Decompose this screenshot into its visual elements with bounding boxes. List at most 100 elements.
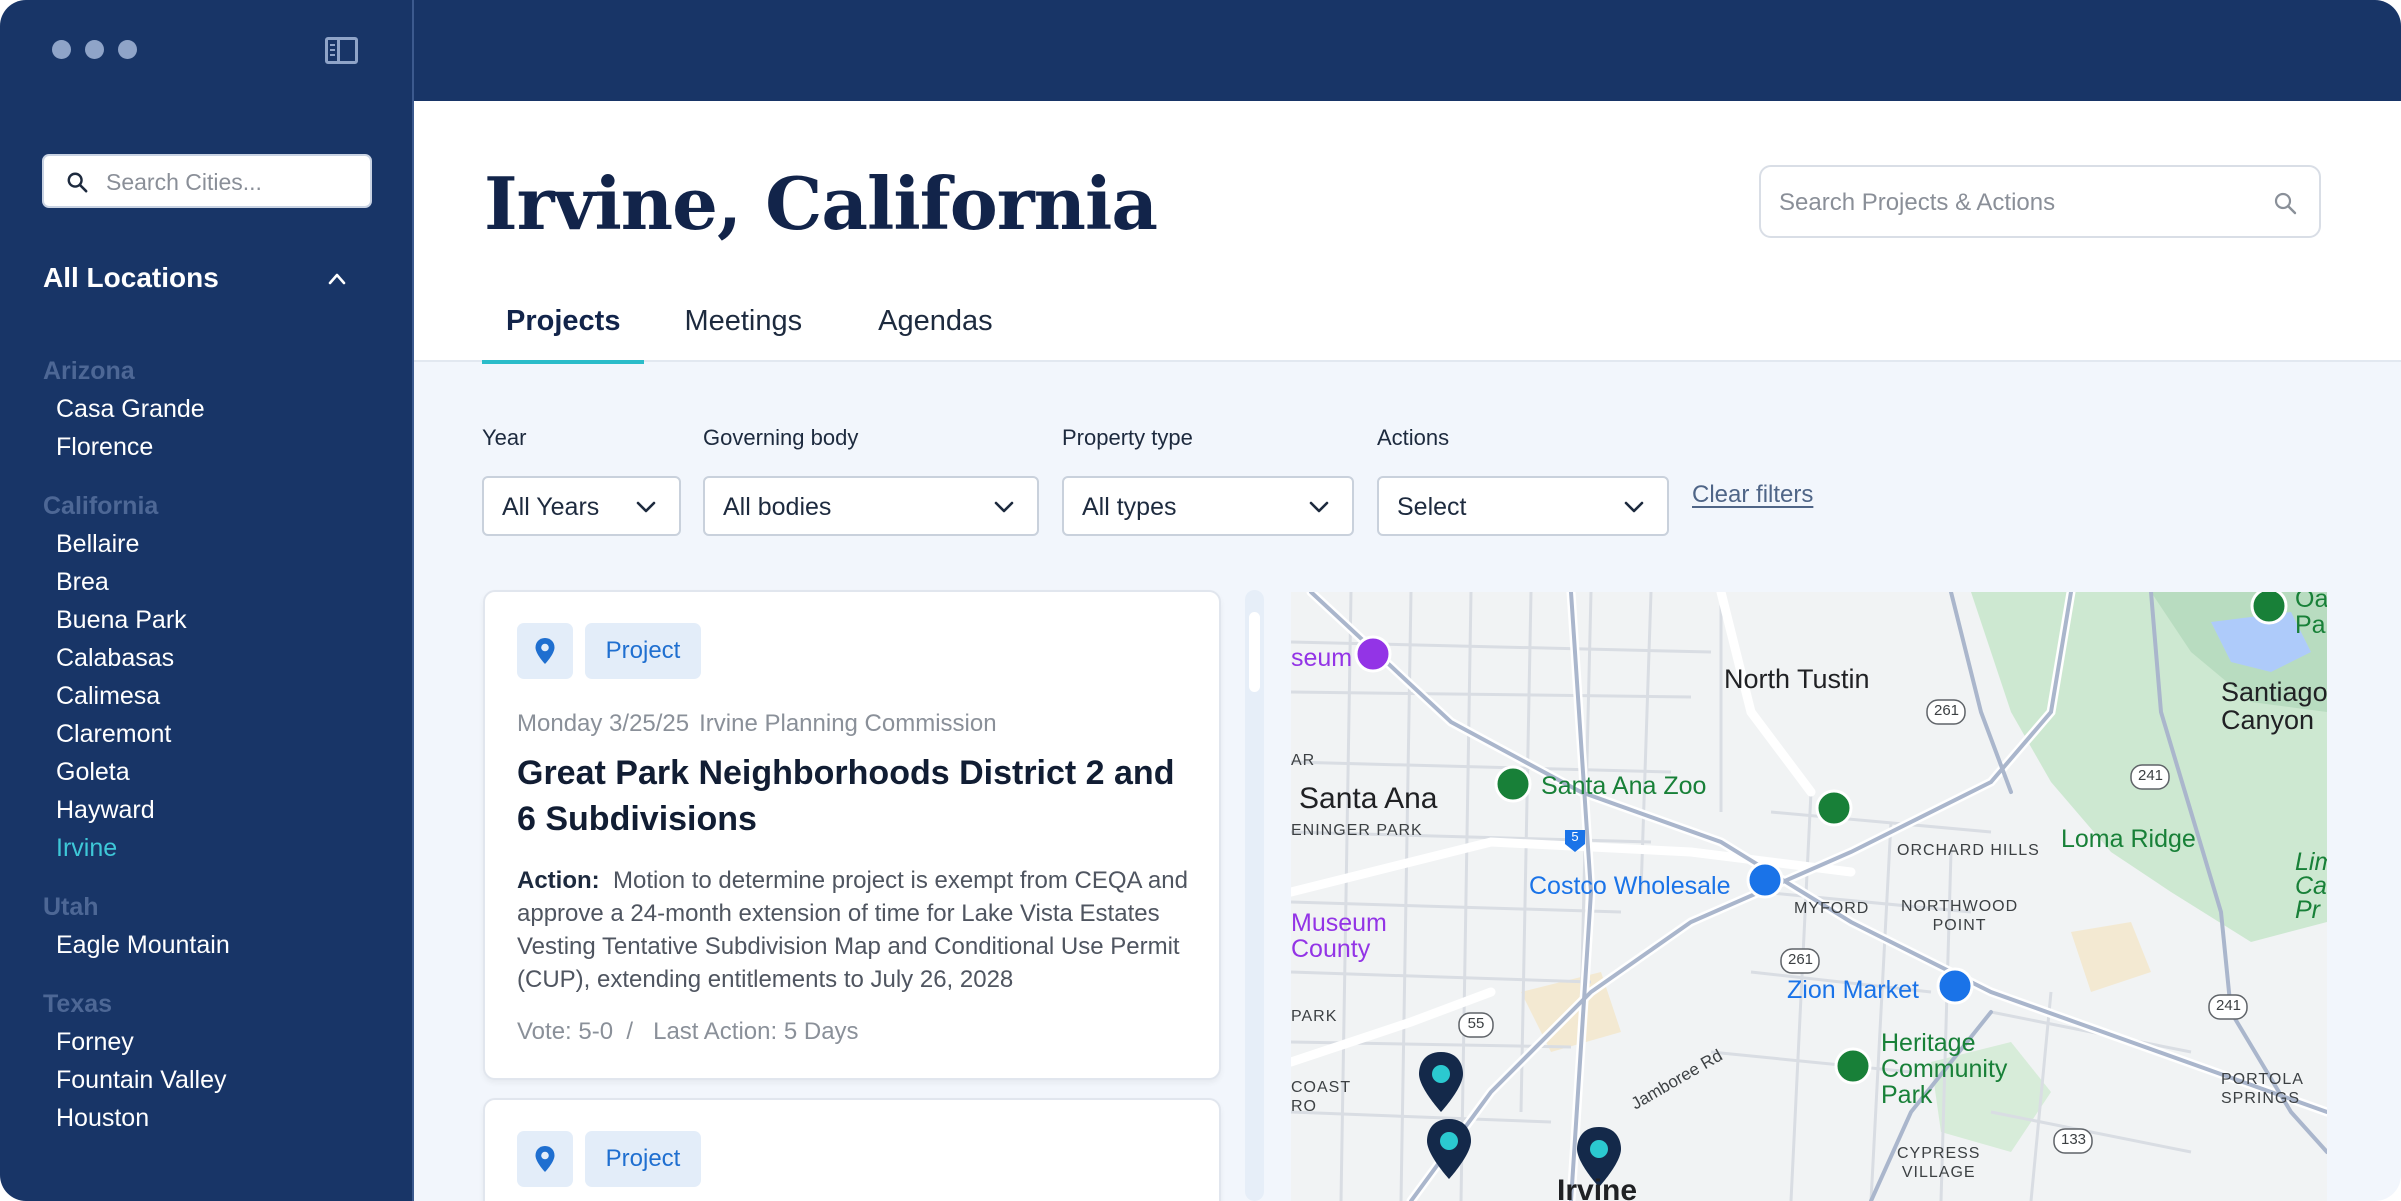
chevron-down-icon bbox=[636, 501, 656, 513]
state-heading: Arizona bbox=[43, 357, 135, 385]
tab-projects[interactable]: Projects bbox=[482, 291, 645, 364]
card-vote: Vote: 5-0 / Last Action: 5 Days bbox=[517, 1018, 859, 1045]
location-pin-icon bbox=[535, 638, 555, 664]
map-label-park: PARK bbox=[1291, 1008, 1338, 1025]
map-shield-241: 241 bbox=[2138, 767, 2164, 784]
card-title[interactable]: Great Park Neighborhoods District 2 and … bbox=[517, 750, 1197, 842]
map-label-santa-ana: Santa Ana bbox=[1299, 782, 1438, 815]
governing-body-select[interactable]: All bodies bbox=[703, 476, 1039, 536]
all-locations-header[interactable]: All Locations bbox=[43, 262, 219, 294]
project-search-input[interactable] bbox=[1779, 187, 2259, 219]
search-icon bbox=[67, 172, 88, 193]
sidebar: All Locations Arizona Casa GrandeFlorence… bbox=[0, 0, 414, 1201]
location-pin-badge bbox=[517, 623, 573, 679]
close-window-button[interactable] bbox=[52, 40, 71, 59]
city-link-houston[interactable]: Houston bbox=[43, 1099, 383, 1137]
actions-select-value: Select bbox=[1397, 493, 1467, 521]
location-group: Arizona Casa Grande Florence bbox=[43, 352, 383, 466]
map-label-top-right-park: Oa Pa bbox=[2295, 592, 2327, 639]
map-label-loma-ridge: Loma Ridge bbox=[2061, 825, 2196, 853]
property-type-filter-label: Property type bbox=[1062, 425, 1193, 450]
chevron-down-icon bbox=[994, 501, 1014, 513]
city-link-fountain-valley[interactable]: Fountain Valley bbox=[43, 1061, 383, 1099]
chevron-down-icon bbox=[1309, 501, 1329, 513]
location-group: Utah Eagle Mountain bbox=[43, 888, 383, 964]
city-link-hayward[interactable]: Hayward bbox=[43, 791, 383, 829]
location-pin-badge bbox=[517, 1131, 573, 1187]
state-heading: Texas bbox=[43, 990, 113, 1018]
project-card[interactable]: Project bbox=[483, 1098, 1221, 1201]
top-bar bbox=[414, 0, 2401, 101]
actions-filter-label: Actions bbox=[1377, 425, 1450, 450]
city-link-forney[interactable]: Forney bbox=[43, 1023, 383, 1061]
city-link-calimesa[interactable]: Calimesa bbox=[43, 677, 383, 715]
map-label-limestone-canyon: Lim Canyo Pr bbox=[2295, 848, 2327, 924]
clear-filters-link[interactable]: Clear filters bbox=[1692, 481, 1813, 509]
chevron-down-icon bbox=[1624, 501, 1644, 513]
state-heading: California bbox=[43, 492, 159, 520]
map-label-santa-ana-zoo: Santa Ana Zoo bbox=[1541, 772, 1707, 800]
map-label-coast: COAST RO bbox=[1291, 1079, 1352, 1115]
tab-agendas[interactable]: Agendas bbox=[854, 291, 1017, 362]
map-label-portola-springs: PORTOLA SPRINGS bbox=[2221, 1071, 2304, 1107]
chevron-up-icon[interactable] bbox=[328, 270, 346, 288]
city-search[interactable] bbox=[42, 154, 372, 208]
map-label-museum: seum bbox=[1291, 644, 1353, 672]
map-label-zion-market: Zion Market bbox=[1787, 976, 1919, 1004]
year-filter-label: Year bbox=[482, 425, 527, 450]
city-link-buena-park[interactable]: Buena Park bbox=[43, 601, 383, 639]
type-badge: Project bbox=[585, 623, 701, 679]
actions-select[interactable]: Select bbox=[1377, 476, 1669, 536]
app-window: All Locations Arizona Casa GrandeFlorence… bbox=[0, 0, 2401, 1201]
minimize-window-button[interactable] bbox=[85, 40, 104, 59]
map[interactable]: North Tustin Santiago Canyon Santa Ana S… bbox=[1291, 592, 2327, 1201]
map-label-ar: AR bbox=[1291, 752, 1316, 769]
year-select[interactable]: All Years bbox=[482, 476, 681, 536]
card-list-scrollbar[interactable] bbox=[1245, 590, 1264, 1201]
location-group: Texas Forney Fountain Valley Houston bbox=[43, 985, 383, 1137]
city-link-bellaire[interactable]: Bellaire bbox=[43, 525, 383, 563]
city-link-casa-grande[interactable]: Casa Grande bbox=[43, 390, 383, 428]
state-heading: Utah bbox=[43, 893, 99, 921]
location-list: Arizona Casa Grande Florence California Bell… bbox=[43, 352, 383, 1158]
scrollbar-thumb[interactable] bbox=[1249, 612, 1260, 692]
action-label: Action: bbox=[517, 867, 600, 894]
map-commercial-area bbox=[2071, 922, 2151, 992]
map-label-irvine: Irvine bbox=[1557, 1174, 1638, 1201]
property-type-select-value: All types bbox=[1082, 493, 1177, 521]
vote-text: Vote: 5-0 bbox=[517, 1018, 614, 1045]
page-title: Irvine, California bbox=[484, 161, 1158, 246]
map-label-cypress-village: CYPRESS VILLAGE bbox=[1897, 1145, 1981, 1181]
map-label-orchard-hills: ORCHARD HILLS bbox=[1897, 842, 2040, 859]
tab-meetings[interactable]: Meetings bbox=[660, 291, 826, 362]
last-action-text: Last Action: 5 Days bbox=[653, 1018, 859, 1045]
city-link-goleta[interactable]: Goleta bbox=[43, 753, 383, 791]
city-search-input[interactable] bbox=[106, 168, 356, 196]
city-link-claremont[interactable]: Claremont bbox=[43, 715, 383, 753]
city-link-eagle-mountain[interactable]: Eagle Mountain bbox=[43, 926, 383, 964]
map-label-eninger-park: ENINGER PARK bbox=[1291, 822, 1423, 839]
city-link-calabasas[interactable]: Calabasas bbox=[43, 639, 383, 677]
map-shield-55: 55 bbox=[1467, 1015, 1485, 1032]
type-badge: Project bbox=[585, 1131, 701, 1187]
map-label-heritage-park: Heritage Community Park bbox=[1881, 1029, 2008, 1109]
map-label-northwood-point: NORTHWOOD POINT bbox=[1901, 898, 2019, 934]
page-header: Irvine, California Projects Meetings Age… bbox=[414, 101, 2401, 364]
project-card[interactable]: Project Monday 3/25/25 Irvine Planning Co… bbox=[483, 590, 1221, 1080]
map-label-costco: Costco Wholesale bbox=[1529, 872, 1731, 900]
maximize-window-button[interactable] bbox=[118, 40, 137, 59]
project-search[interactable] bbox=[1759, 165, 2321, 238]
card-action: Action: Motion to determine project is e… bbox=[517, 864, 1197, 996]
property-type-select[interactable]: All types bbox=[1062, 476, 1354, 536]
city-link-florence[interactable]: Florence bbox=[43, 428, 383, 466]
map-shield-5: 5 bbox=[1571, 829, 1579, 844]
sidebar-toggle-icon[interactable] bbox=[325, 37, 358, 64]
search-icon[interactable] bbox=[2273, 191, 2297, 215]
city-link-brea[interactable]: Brea bbox=[43, 563, 383, 601]
action-text: Motion to determine project is exempt fr… bbox=[517, 867, 1188, 993]
map-shield-241: 241 bbox=[2216, 997, 2242, 1014]
card-meta: Monday 3/25/25 Irvine Planning Commission bbox=[517, 710, 997, 738]
city-link-irvine[interactable]: Irvine bbox=[43, 829, 383, 867]
map-shield-261: 261 bbox=[1934, 702, 1960, 719]
card-governing-body: Irvine Planning Commission bbox=[699, 710, 997, 737]
